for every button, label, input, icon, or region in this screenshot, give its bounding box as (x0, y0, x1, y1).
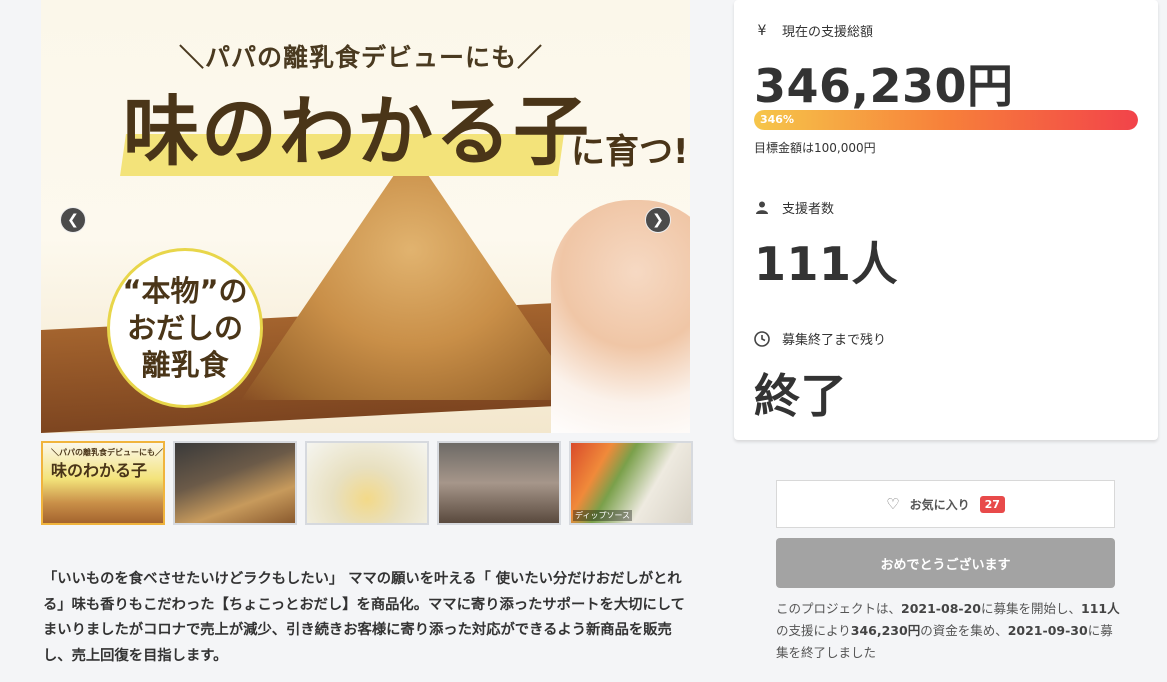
summary-end-date: 2021-09-30 (1007, 623, 1088, 638)
favorite-label: お気に入り (909, 497, 970, 512)
total-amount-label: 現在の支援総額 (782, 25, 874, 40)
thumbnail-4[interactable] (437, 441, 561, 525)
bonito-flakes-pile (241, 150, 581, 400)
carousel-prev-button[interactable]: ❮ (60, 207, 86, 233)
thumbnail-caption: ディップソース (573, 510, 633, 521)
yen-icon: ¥ (757, 22, 767, 39)
thumbnail-caption: 味のわかる子 (51, 461, 148, 480)
summary-supporters: 111人 (1081, 601, 1120, 616)
thumbnail-1[interactable]: ＼パパの離乳食デビューにも／ 味のわかる子 (41, 441, 165, 525)
summary-text: の支援により (776, 623, 851, 638)
heart-icon: ♡ (886, 495, 900, 513)
baby-photo (551, 200, 690, 433)
summary-amount: 346,230円 (850, 623, 921, 638)
project-hero-image: ＼パパの離乳食デビューにも／ 味のわかる子 に育つ! “本物”の おだしの 離乳… (41, 0, 690, 433)
thumbnail-strip: ＼パパの離乳食デビューにも／ 味のわかる子 ディップソース (41, 441, 693, 525)
project-description: 「いいものを食べさせたいけどラクもしたい」 ママの願いを叶える「 使いたい分だけ… (43, 571, 685, 664)
supporters-header: 支援者数 (754, 198, 834, 217)
hero-headline-suffix: に育つ! (571, 132, 689, 172)
favorite-count-badge: 27 (979, 495, 1005, 513)
summary-text: このプロジェクトは、 (776, 601, 902, 616)
funding-stats-card: ¥ 現在の支援総額 346,230円 346% 目標金額は100,000円 支援… (734, 0, 1158, 440)
summary-text: に募集を開始し、 (980, 601, 1081, 616)
user-icon (754, 200, 770, 216)
remaining-label: 募集終了まで残り (782, 333, 887, 348)
thumbnail-2[interactable] (173, 441, 297, 525)
badge-line: おだしの (126, 310, 243, 345)
thumbnail-5[interactable]: ディップソース (569, 441, 693, 525)
thumbnail-image (175, 443, 295, 523)
hero-badge: “本物”の おだしの 離乳食 (107, 248, 263, 408)
badge-line: 離乳食 (141, 347, 229, 382)
total-amount-value: 346,230円 (754, 59, 1014, 113)
supporters-value: 111人 (754, 237, 899, 291)
project-summary: このプロジェクトは、2021-08-20に募集を開始し、111人の支援により34… (776, 598, 1121, 664)
thumbnail-image (307, 443, 427, 523)
hero-headline: 味のわかる子 (123, 87, 591, 176)
thumbnail-3[interactable] (305, 441, 429, 525)
chevron-left-icon: ❮ (67, 212, 79, 228)
favorite-button[interactable]: ♡ お気に入り 27 (776, 480, 1115, 528)
congrats-button[interactable]: おめでとうございます (776, 538, 1115, 588)
summary-start-date: 2021-08-20 (901, 601, 981, 616)
progress-fill (754, 110, 1138, 130)
carousel-next-button[interactable]: ❯ (645, 207, 671, 233)
remaining-header: 募集終了まで残り (754, 329, 886, 348)
chevron-right-icon: ❯ (652, 212, 664, 228)
remaining-value: 終了 (754, 369, 847, 423)
progress-percent: 346% (760, 113, 794, 126)
total-amount-header: ¥ 現在の支援総額 (754, 21, 874, 41)
hero-tagline: ＼パパの離乳食デビューにも／ (179, 43, 544, 72)
goal-amount: 目標金額は100,000円 (754, 141, 876, 155)
thumbnail-image (439, 443, 559, 523)
funding-progress-bar: 346% (754, 110, 1138, 130)
badge-line: “本物”の (122, 273, 248, 308)
summary-text: の資金を集め、 (920, 623, 1008, 638)
supporters-label: 支援者数 (782, 202, 835, 217)
clock-icon (754, 330, 770, 347)
